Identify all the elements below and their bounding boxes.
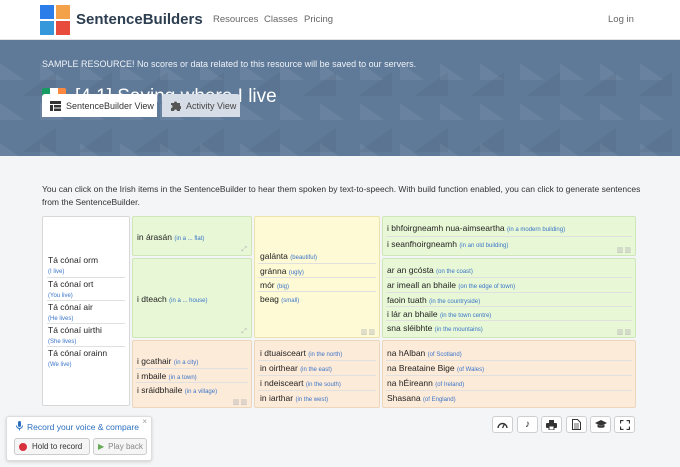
- tab-label: SentenceBuilder View: [66, 100, 154, 111]
- sample-notice: SAMPLE RESOURCE! No scores or data relat…: [42, 59, 417, 69]
- item-i-dtuaisceart[interactable]: i dtuaisceart (in the north): [260, 348, 342, 358]
- item-ta-conai-ort[interactable]: Tá cónaí ort (You live): [48, 279, 93, 299]
- item-i-gcathair[interactable]: i gcathair (in a city): [137, 356, 198, 366]
- item-granna[interactable]: gránna (ugly): [260, 266, 304, 276]
- play-back-button[interactable]: ▶ Play back: [93, 438, 147, 455]
- tab-sentencebuilder-view[interactable]: SentenceBuilder View: [42, 94, 157, 117]
- voice-recorder-panel: Record your voice & compare × Hold to re…: [6, 416, 152, 461]
- graduation-cap-icon: [594, 420, 607, 428]
- grid-icon: [50, 100, 61, 111]
- item-i-sraidbhaile[interactable]: i sráidbhaile (in a village): [137, 385, 217, 395]
- item-na-heireann[interactable]: na hÉireann (of Ireland): [387, 378, 464, 388]
- item-ar-imeall[interactable]: ar imeall an bhaile (on the edge of town…: [387, 280, 515, 290]
- nav-pricing[interactable]: Pricing: [304, 14, 333, 25]
- microphone-icon: [16, 421, 23, 433]
- item-i-ndeisceart[interactable]: i ndeisceart (in the south): [260, 378, 341, 388]
- hold-to-record-button[interactable]: Hold to record: [14, 438, 90, 455]
- item-mor[interactable]: mór (big): [260, 280, 289, 290]
- country-cell: na hAlban (of Scotland) na Breataine Big…: [382, 340, 636, 408]
- gauge-icon: [497, 422, 508, 429]
- grid-small-icon[interactable]: ▥▥: [617, 328, 632, 336]
- nav-resources[interactable]: Resources: [213, 14, 258, 25]
- tab-activity-view[interactable]: Activity View: [162, 94, 240, 117]
- item-i-lar-an-bhaile[interactable]: i lár an bhaile (in the town centre): [387, 309, 491, 319]
- speed-button[interactable]: [492, 416, 513, 433]
- direction-cell: i dtuaisceart (in the north) in oirthear…: [254, 340, 380, 408]
- puzzle-icon: [171, 101, 181, 111]
- item-shasana[interactable]: Shasana (of England): [387, 393, 456, 403]
- record-dot-icon: [19, 442, 27, 451]
- expand-icon[interactable]: ⤢: [241, 246, 248, 254]
- close-icon[interactable]: ×: [142, 417, 147, 426]
- item-in-iarthar[interactable]: in iarthar (in the west): [260, 393, 328, 403]
- play-label: Play back: [108, 442, 143, 451]
- graduation-button[interactable]: [590, 416, 611, 433]
- flat-cell: in árasán (in a ... flat) ⤢: [132, 216, 252, 256]
- document-button[interactable]: [566, 416, 587, 433]
- hold-label: Hold to record: [32, 442, 83, 451]
- item-ta-conai-orm[interactable]: Tá cónaí orm (I live): [48, 255, 98, 275]
- item-in-arasan[interactable]: in árasán (in a ... flat): [137, 232, 204, 242]
- fullscreen-icon: [619, 419, 630, 430]
- location-cell: ar an gcósta (on the coast) ar imeall an…: [382, 258, 636, 338]
- item-i-dteach[interactable]: i dteach (in a ... house): [137, 294, 208, 304]
- login-link[interactable]: Log in: [608, 14, 634, 25]
- item-in-oirthear[interactable]: in oirthear (in the east): [260, 363, 332, 373]
- brand-name[interactable]: SentenceBuilders: [76, 11, 203, 28]
- subject-cell: Tá cónaí orm (I live) Tá cónaí ort (You li…: [42, 216, 130, 406]
- item-faoin-tuath[interactable]: faoin tuath (in the countryside): [387, 295, 480, 305]
- item-na-breataine-bige[interactable]: na Breataine Bige (of Wales): [387, 363, 484, 373]
- recorder-title: Record your voice & compare: [27, 422, 139, 432]
- document-icon: [572, 419, 581, 430]
- item-ta-conai-air[interactable]: Tá cónaí air (He lives): [48, 302, 93, 322]
- item-i-bhfoirgneamh[interactable]: i bhfoirgneamh nua-aimseartha (in a mode…: [387, 223, 565, 233]
- item-ta-conai-uirthi[interactable]: Tá cónaí uirthi (She lives): [48, 325, 102, 345]
- item-i-mbaile[interactable]: i mbaile (in a town): [137, 371, 197, 381]
- logo-icon[interactable]: [40, 5, 70, 35]
- expand-icon[interactable]: ⤢: [241, 328, 248, 336]
- item-ar-an-gcosta[interactable]: ar an gcósta (on the coast): [387, 265, 473, 275]
- house-cell: i dteach (in a ... house) ⤢: [132, 258, 252, 338]
- grid-small-icon[interactable]: ▥▥: [361, 328, 376, 336]
- music-note-icon: ♪: [525, 419, 530, 430]
- place-type-cell: i gcathair (in a city) i mbaile (in a to…: [132, 340, 252, 408]
- print-button[interactable]: [541, 416, 562, 433]
- nav-classes[interactable]: Classes: [264, 14, 298, 25]
- grid-small-icon[interactable]: ▥▥: [617, 246, 632, 254]
- item-ta-conai-orainn[interactable]: Tá cónaí orainn (We live): [48, 348, 107, 368]
- fullscreen-button[interactable]: [614, 416, 635, 433]
- item-sna-sleibhte[interactable]: sna sléibhte (in the mountains): [387, 323, 483, 333]
- music-button[interactable]: ♪: [517, 416, 538, 433]
- grid-small-icon[interactable]: ▥▥: [233, 398, 248, 406]
- item-na-halban[interactable]: na hAlban (of Scotland): [387, 348, 462, 358]
- building-cell: i bhfoirgneamh nua-aimseartha (in a mode…: [382, 216, 636, 256]
- item-galanta[interactable]: galánta (beautiful): [260, 251, 317, 261]
- adjective-cell: galánta (beautiful) gránna (ugly) mór (b…: [254, 216, 380, 338]
- play-icon: ▶: [98, 442, 105, 451]
- item-beag[interactable]: beag (small): [260, 294, 299, 304]
- printer-icon: [546, 419, 557, 430]
- item-i-seanfhoirgneamh[interactable]: i seanfhoirgneamh (in an old building): [387, 239, 508, 249]
- intro-text: You can click on the Irish items in the …: [42, 184, 641, 207]
- navbar: SentenceBuilders Resources Classes Prici…: [0, 0, 680, 40]
- tab-label: Activity View: [186, 100, 237, 111]
